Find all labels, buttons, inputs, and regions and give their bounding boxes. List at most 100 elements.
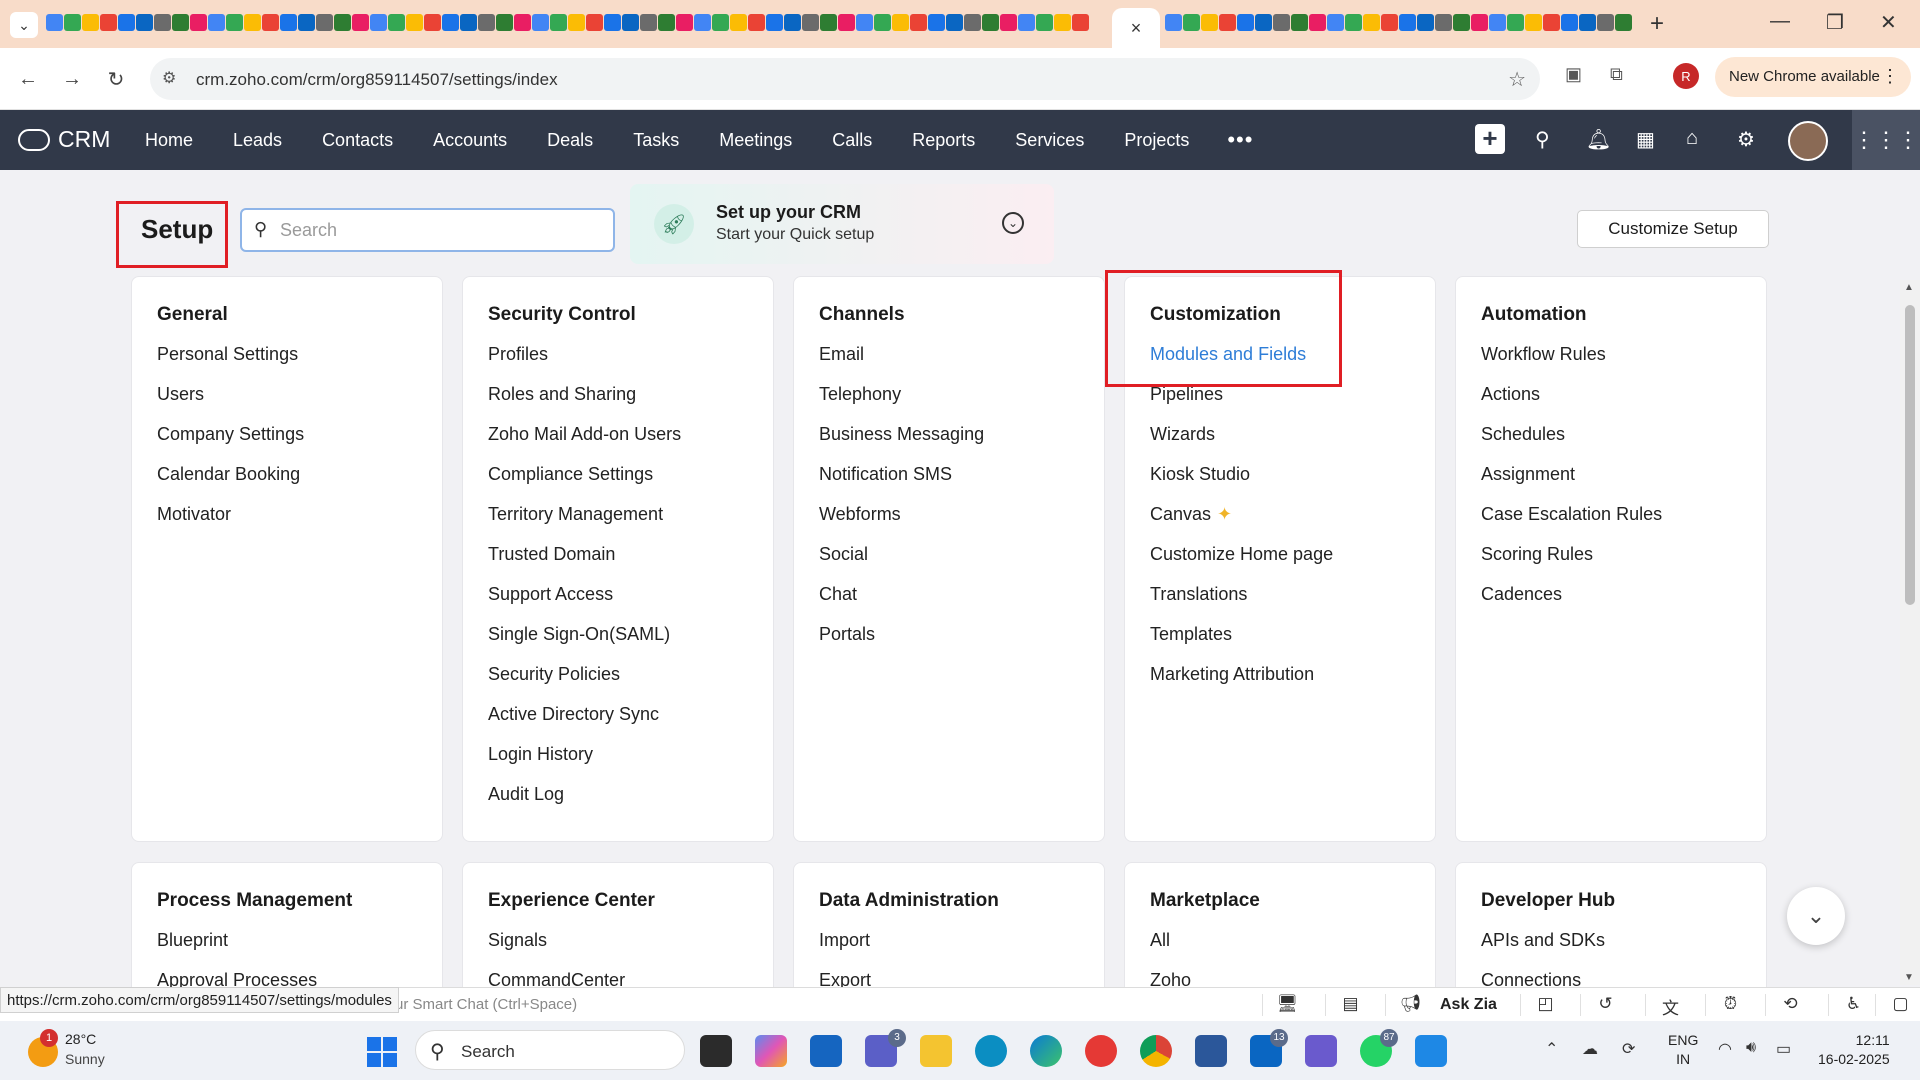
restore-icon[interactable]: ❐ — [1826, 10, 1844, 35]
setup-link[interactable]: Personal Settings — [157, 344, 304, 384]
setup-search-input[interactable] — [280, 220, 600, 241]
tab-favicon-icon[interactable] — [370, 14, 387, 31]
setup-link[interactable]: Wizards — [1150, 424, 1333, 464]
calendar-icon[interactable]: ▦ — [1636, 127, 1655, 152]
profile-avatar[interactable]: R — [1673, 63, 1699, 89]
setup-link[interactable]: Zoho Mail Add-on Users — [488, 424, 681, 464]
setup-link[interactable]: Login History — [488, 744, 681, 784]
tab-favicon-icon[interactable] — [1345, 14, 1362, 31]
setup-link[interactable]: APIs and SDKs — [1481, 930, 1605, 970]
tab-favicon-icon[interactable] — [1561, 14, 1578, 31]
setup-link[interactable]: Users — [157, 384, 304, 424]
setup-link[interactable]: Email — [819, 344, 984, 384]
setup-link[interactable]: Audit Log — [488, 784, 681, 824]
tab-favicon-icon[interactable] — [1525, 14, 1542, 31]
customize-setup-button[interactable]: Customize Setup — [1577, 210, 1769, 248]
tab-favicon-icon[interactable] — [1219, 14, 1236, 31]
site-info-icon[interactable]: ⚙ — [162, 68, 176, 88]
setup-link[interactable]: Portals — [819, 624, 984, 664]
tab-favicon-icon[interactable] — [730, 14, 747, 31]
accessibility-icon[interactable]: ♿︎ — [1828, 994, 1878, 1016]
history-icon[interactable]: ↺ — [1580, 994, 1630, 1016]
wifi-icon[interactable]: ◠ — [1718, 1039, 1732, 1059]
tab-favicon-icon[interactable] — [424, 14, 441, 31]
setup-link[interactable]: Schedules — [1481, 424, 1662, 464]
tab-favicon-icon[interactable] — [226, 14, 243, 31]
nav-contacts[interactable]: Contacts — [302, 130, 413, 151]
battery-icon[interactable]: ▭ — [1776, 1039, 1791, 1059]
tab-favicon-icon[interactable] — [154, 14, 171, 31]
announcement-icon[interactable]: 📢︎ — [1385, 994, 1435, 1016]
tab-favicon-icon[interactable] — [1597, 14, 1614, 31]
tab-favicon-icon[interactable] — [1072, 14, 1089, 31]
more-menu-icon[interactable]: ⋮ — [1881, 66, 1899, 87]
office-icon[interactable] — [1085, 1035, 1117, 1067]
tab-favicon-icon[interactable] — [1363, 14, 1380, 31]
tab-favicon-icon[interactable] — [1453, 14, 1470, 31]
create-new-plus-icon[interactable]: + — [1475, 124, 1505, 154]
setup-link[interactable]: Export — [819, 970, 871, 987]
tab-favicon-icon[interactable] — [46, 14, 63, 31]
setup-link[interactable]: Notification SMS — [819, 464, 984, 504]
address-bar[interactable]: ⚙ crm.zoho.com/crm/org859114507/settings… — [150, 58, 1540, 100]
tab-favicon-icon[interactable] — [784, 14, 801, 31]
tab-favicon-icon[interactable] — [334, 14, 351, 31]
notifications-bell-icon[interactable]: 🔔︎ — [1586, 127, 1611, 152]
nav-calls[interactable]: Calls — [812, 130, 892, 151]
desktop-icon[interactable]: 🖥︎ — [1262, 994, 1312, 1016]
tab-favicon-icon[interactable] — [388, 14, 405, 31]
tab-favicon-icon[interactable] — [1489, 14, 1506, 31]
tab-favicon-icon[interactable] — [640, 14, 657, 31]
tab-favicon-icon[interactable] — [748, 14, 765, 31]
alarm-clock-icon[interactable]: ⏰︎ — [1705, 994, 1755, 1016]
store-icon[interactable] — [810, 1035, 842, 1067]
tab-favicon-icon[interactable] — [1435, 14, 1452, 31]
tab-favicon-icon[interactable] — [514, 14, 531, 31]
nav-projects[interactable]: Projects — [1104, 130, 1209, 151]
tab-favicon-icon[interactable] — [658, 14, 675, 31]
tab-favicon-icon[interactable] — [820, 14, 837, 31]
tab-favicon-icon[interactable] — [100, 14, 117, 31]
tab-favicon-icon[interactable] — [82, 14, 99, 31]
tab-favicon-icon[interactable] — [1327, 14, 1344, 31]
zia-chat-hint[interactable]: ur Smart Chat (Ctrl+Space) — [395, 996, 577, 1013]
tab-favicon-icon[interactable] — [1000, 14, 1017, 31]
setup-link[interactable]: Cadences — [1481, 584, 1662, 624]
settings-gear-icon[interactable]: ⚙ — [1737, 127, 1755, 152]
setup-link[interactable]: Blueprint — [157, 930, 317, 970]
tab-favicon-icon[interactable] — [802, 14, 819, 31]
tab-favicon-icon[interactable] — [478, 14, 495, 31]
tab-favicon-icon[interactable] — [712, 14, 729, 31]
setup-link[interactable]: All — [1150, 930, 1191, 970]
tab-favicon-icon[interactable] — [460, 14, 477, 31]
setup-link[interactable]: Roles and Sharing — [488, 384, 681, 424]
setup-link[interactable]: Actions — [1481, 384, 1662, 424]
tab-search-chevron-icon[interactable]: ⌄ — [10, 12, 38, 38]
tab-favicon-icon[interactable] — [262, 14, 279, 31]
analytics-icon[interactable]: ◰ — [1520, 994, 1570, 1016]
setup-link[interactable]: Connections — [1481, 970, 1605, 987]
setup-link-canvas[interactable]: Canvas ✦ — [1150, 504, 1333, 544]
setup-link[interactable]: Territory Management — [488, 504, 681, 544]
recent-activity-icon[interactable]: ⟲ — [1765, 994, 1815, 1016]
nav-reports[interactable]: Reports — [892, 130, 995, 151]
tab-favicon-icon[interactable] — [118, 14, 135, 31]
scrollbar-thumb[interactable] — [1905, 305, 1915, 605]
word-icon[interactable] — [1195, 1035, 1227, 1067]
tab-favicon-icon[interactable] — [190, 14, 207, 31]
setup-link[interactable]: Compliance Settings — [488, 464, 681, 504]
tab-favicon-icon[interactable] — [550, 14, 567, 31]
tab-favicon-icon[interactable] — [1507, 14, 1524, 31]
setup-link[interactable]: Telephony — [819, 384, 984, 424]
tab-favicon-icon[interactable] — [280, 14, 297, 31]
tab-favicon-icon[interactable] — [1579, 14, 1596, 31]
forward-icon[interactable]: → — [56, 63, 88, 95]
file-explorer-icon[interactable] — [920, 1035, 952, 1067]
tray-overflow-chevron-icon[interactable]: ⌃ — [1545, 1039, 1558, 1059]
tab-favicon-icon[interactable] — [568, 14, 585, 31]
tab-favicon-icon[interactable] — [1255, 14, 1272, 31]
tab-favicon-icon[interactable] — [694, 14, 711, 31]
setup-link[interactable]: Webforms — [819, 504, 984, 544]
back-icon[interactable]: ← — [12, 63, 44, 95]
setup-link[interactable]: Assignment — [1481, 464, 1662, 504]
